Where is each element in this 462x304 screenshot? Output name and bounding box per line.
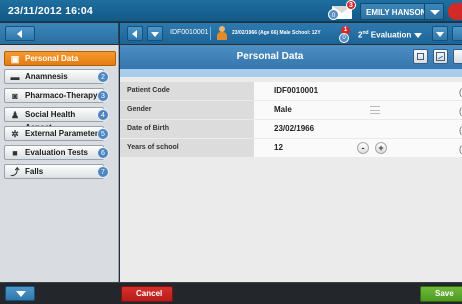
book-icon: ■ [12,148,18,158]
bottom-bar: Cancel Save [0,282,462,304]
sidebar-item-pharmaco-therapy[interactable]: ◙ Pharmaco-Therapy 3 [4,88,109,103]
patient-icon [216,26,228,40]
field-row-gender: Gender Male ( [120,101,462,119]
item-number: 2 [97,71,109,83]
evaluation-selector[interactable]: 2nd Evaluation [354,26,426,41]
falling-person-icon: ⤴ [10,167,20,177]
sidebar-item-label: External Parameters [25,129,103,138]
sidebar-item-label: Falls [25,167,44,176]
field-label: Gender [120,101,254,119]
list-icon[interactable] [370,106,380,114]
sidebar-item-external-parameters[interactable]: ✲ External Parameters 5 [4,126,109,141]
evaluation-label: Evaluation [368,30,412,40]
patient-code-field[interactable]: IDF0010001 [254,82,462,100]
gender-field[interactable]: Male [254,101,462,119]
header-strip [120,69,462,77]
sidebar-item-evaluation-tests[interactable]: ■ Evaluation Tests 6 [4,145,109,160]
panel-header: Personal Data [120,45,462,69]
sidebar-item-label: Evaluation Tests [25,148,88,157]
messages-button[interactable]: 3 0 [328,0,356,20]
page-title: Personal Data [236,51,304,62]
back-button[interactable] [5,26,35,41]
previous-patient-button[interactable] [127,26,143,41]
evaluation-badge-blue: 0 [339,33,349,43]
sidebar-item-anamnesis[interactable]: ▬ Anamnesis 2 [4,69,109,84]
nav-bar-left [0,23,119,44]
sidebar-item-label: Anamnesis [25,72,68,81]
chart-icon [436,52,445,61]
sidebar-item-personal-data[interactable]: ▣ Personal Data [4,51,116,66]
field-label: Patient Code [120,82,254,100]
logout-button[interactable] [448,3,462,20]
username-button[interactable]: EMILY HANSON [360,3,433,20]
sidebar-item-social-health[interactable]: ♟ Social Health Aspect 4 [4,107,109,132]
increment-button[interactable]: + [375,142,387,154]
id-card-icon: ▣ [10,54,20,64]
chevron-down-icon [414,33,423,39]
field-row-dob: Date of Birth 23/02/1966 ( [120,120,462,138]
patient-bar: IDF0010001 23/02/1966 (Age 66) Male Scho… [120,23,462,44]
item-number: 4 [97,109,109,121]
people-icon: ♟ [10,110,20,120]
divider [210,27,211,40]
field-row-patient-code: Patient Code IDF0010001 ( [120,82,462,100]
evaluation-dropdown-button[interactable] [432,26,448,41]
pill-icon: ◙ [12,91,18,101]
gears-icon: ✲ [11,129,19,139]
item-number: 7 [97,166,109,178]
cancel-button[interactable]: Cancel [121,286,173,302]
patient-id: IDF0010001 [170,29,209,36]
bed-icon: ▬ [10,72,20,82]
sidebar-item-falls[interactable]: ⤴ Falls 7 [4,164,109,179]
sidebar: ▣ Personal Data ▬ Anamnesis 2 ◙ Pharmaco… [0,45,119,282]
save-button[interactable]: Save [420,286,462,302]
main-panel: Personal Data Patient Code IDF0010001 ( … [120,45,462,282]
sidebar-item-label: Pharmaco-Therapy [25,91,98,100]
patient-dropdown-button[interactable] [147,26,163,41]
messages-count: 0 [328,9,339,20]
item-number: 3 [97,90,109,102]
menu-down-button[interactable] [5,286,35,301]
user-menu-dropdown-icon[interactable] [424,3,444,20]
item-number: 6 [97,147,109,159]
datetime: 23/11/2012 16:04 [8,5,93,17]
field-label: Date of Birth [120,120,254,138]
evaluation-badge: 1 0 [339,25,355,43]
date-of-birth-field[interactable]: 23/02/1966 [254,120,462,138]
form-view-button[interactable] [413,49,428,64]
messages-badge: 3 [346,0,356,10]
decrement-button[interactable]: - [357,142,369,154]
field-row-years-of-school: Years of school 12 - + ( [120,139,462,157]
top-bar: 23/11/2012 16:04 3 0 EMILY HANSON [0,0,462,22]
field-label: Years of school [120,139,254,157]
grid-view-button[interactable] [453,49,462,64]
chart-view-button[interactable] [433,49,448,64]
form-icon [417,53,424,60]
sidebar-item-label: Personal Data [25,54,79,63]
patient-info: 23/02/1966 (Age 66) Male School: 12Y [232,30,321,36]
item-number: 5 [97,128,109,140]
next-button[interactable] [452,26,462,41]
